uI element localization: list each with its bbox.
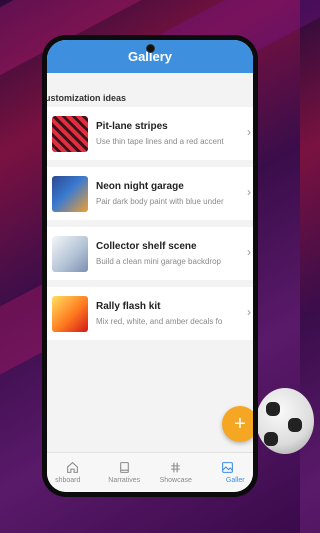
- chevron-right-icon: ›: [247, 305, 251, 319]
- list-item[interactable]: Rally flash kit Mix red, white, and ambe…: [47, 287, 253, 340]
- soccer-ball-decoration: [256, 388, 314, 454]
- item-title: Rally flash kit: [96, 301, 161, 312]
- ideas-list: Pit-lane stripes Use thin tape lines and…: [47, 107, 253, 340]
- home-icon: [67, 461, 79, 473]
- chevron-right-icon: ›: [247, 245, 251, 259]
- list-item[interactable]: Neon night garage Pair dark body paint w…: [47, 167, 253, 220]
- hash-icon: [171, 462, 181, 473]
- item-description: Mix red, white, and amber decals fo: [96, 317, 223, 326]
- shelf-scene-thumbnail: [52, 235, 88, 272]
- item-title: Pit-lane stripes: [96, 121, 168, 132]
- front-camera: [145, 44, 155, 53]
- nav-item-narratives[interactable]: Narratives: [99, 453, 151, 492]
- nav-label: Showcase: [159, 477, 192, 484]
- image-icon: [221, 462, 233, 473]
- list-item[interactable]: Collector shelf scene Build a clean mini…: [47, 227, 253, 280]
- nav-label: shboard: [55, 477, 81, 484]
- nav-label: Narratives: [108, 477, 141, 484]
- chevron-right-icon: ›: [247, 125, 251, 139]
- nav-item-gallery[interactable]: Galler: [202, 453, 254, 492]
- add-button[interactable]: +: [222, 406, 253, 442]
- book-icon: [119, 462, 129, 473]
- chevron-right-icon: ›: [247, 185, 251, 199]
- item-description: Pair dark body paint with blue under: [96, 197, 224, 206]
- item-description: Use thin tape lines and a red accent: [96, 137, 224, 146]
- section-title: ustomization ideas: [47, 93, 127, 103]
- item-title: Collector shelf scene: [96, 241, 197, 252]
- neon-garage-thumbnail: [52, 175, 88, 212]
- nav-label: Galler: [225, 477, 245, 484]
- nav-item-showcase[interactable]: Showcase: [150, 453, 202, 492]
- rally-kit-thumbnail: [52, 295, 88, 332]
- phone-screen: Gallery ustomization ideas Pit-lane stri…: [47, 40, 253, 492]
- item-title: Neon night garage: [96, 181, 184, 192]
- list-item[interactable]: Pit-lane stripes Use thin tape lines and…: [47, 107, 253, 160]
- item-description: Build a clean mini garage backdrop: [96, 257, 221, 266]
- red-stripes-thumbnail: [52, 115, 88, 152]
- nav-item-dashboard[interactable]: shboard: [47, 453, 99, 492]
- phone-frame: Gallery ustomization ideas Pit-lane stri…: [42, 35, 258, 497]
- bottom-navigation: shboard Narratives Showcase Galler: [47, 452, 253, 492]
